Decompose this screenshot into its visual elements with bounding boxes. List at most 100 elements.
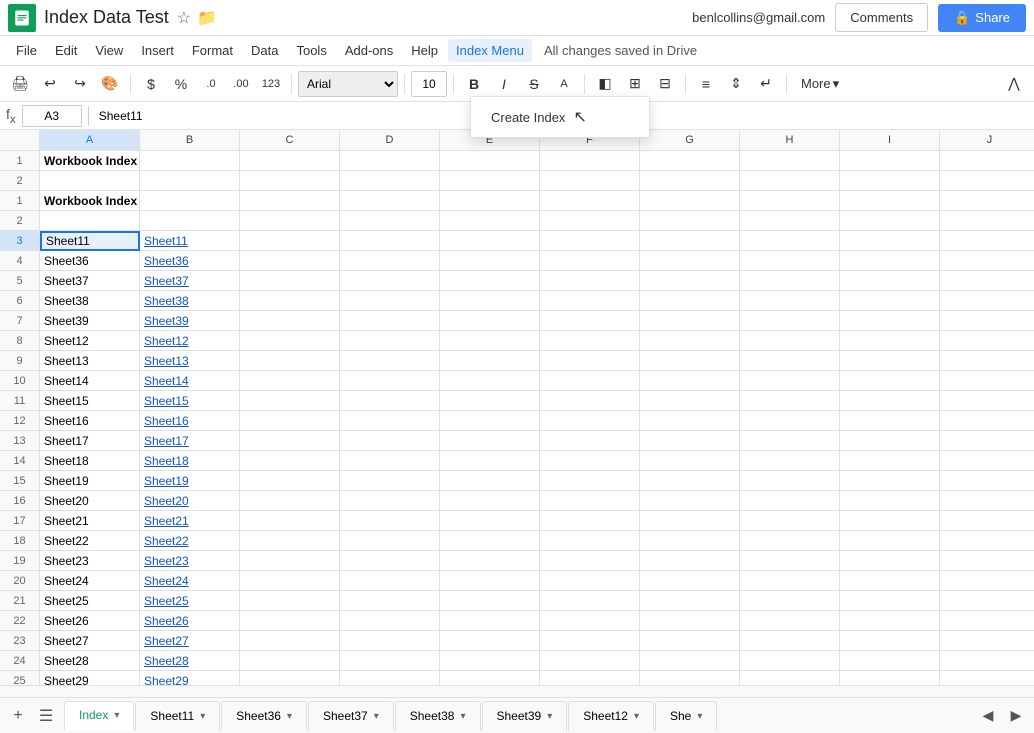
cell-f17[interactable] — [540, 511, 640, 531]
cell-i9[interactable] — [840, 351, 940, 371]
cell-f16[interactable] — [540, 491, 640, 511]
cell-b25[interactable]: Sheet29 — [140, 671, 240, 685]
tab-sheet11-arrow[interactable]: ▾ — [200, 711, 205, 722]
cell-f5[interactable] — [540, 271, 640, 291]
cell-d23[interactable] — [340, 631, 440, 651]
cell-i2[interactable] — [840, 211, 940, 231]
col-header-a[interactable]: A — [40, 130, 140, 150]
cell-j1[interactable] — [940, 191, 1034, 211]
cell-f23[interactable] — [540, 631, 640, 651]
cell-e8[interactable] — [440, 331, 540, 351]
tab-index[interactable]: Index ▾ — [64, 701, 134, 731]
cell-d1[interactable] — [340, 151, 440, 171]
cell-b1[interactable] — [140, 151, 240, 171]
cell-b4[interactable]: Sheet36 — [140, 251, 240, 271]
cell-h14[interactable] — [740, 451, 840, 471]
link-Sheet39[interactable]: Sheet39 — [144, 314, 189, 328]
cell-i6[interactable] — [840, 291, 940, 311]
cell-j3[interactable] — [940, 231, 1034, 251]
cell-d17[interactable] — [340, 511, 440, 531]
menu-index[interactable]: Index Menu — [448, 39, 532, 62]
cell-a12[interactable]: Sheet16 — [40, 411, 140, 431]
cell-g1[interactable] — [640, 151, 740, 171]
font-size-input[interactable]: 10 — [411, 71, 447, 97]
strikethrough-button[interactable]: S — [520, 70, 548, 98]
cell-f11[interactable] — [540, 391, 640, 411]
tab-sheet12-arrow[interactable]: ▾ — [634, 711, 639, 722]
cell-a15[interactable]: Sheet19 — [40, 471, 140, 491]
cell-h24[interactable] — [740, 651, 840, 671]
cell-h7[interactable] — [740, 311, 840, 331]
cell-g16[interactable] — [640, 491, 740, 511]
cell-c18[interactable] — [240, 531, 340, 551]
tab-she[interactable]: She ▾ — [655, 701, 717, 731]
cell-g20[interactable] — [640, 571, 740, 591]
cell-f12[interactable] — [540, 411, 640, 431]
cell-g3[interactable] — [640, 231, 740, 251]
cell-f1[interactable] — [540, 191, 640, 211]
cell-c16[interactable] — [240, 491, 340, 511]
cell-d20[interactable] — [340, 571, 440, 591]
col-header-b[interactable]: B — [140, 130, 240, 150]
more-button[interactable]: More ▾ — [793, 72, 847, 96]
cell-g8[interactable] — [640, 331, 740, 351]
cell-e4[interactable] — [440, 251, 540, 271]
horizontal-scrollbar[interactable] — [0, 685, 1034, 697]
cell-i15[interactable] — [840, 471, 940, 491]
cell-c23[interactable] — [240, 631, 340, 651]
cell-a8[interactable]: Sheet12 — [40, 331, 140, 351]
cell-f1[interactable] — [540, 151, 640, 171]
cell-h23[interactable] — [740, 631, 840, 651]
cell-b12[interactable]: Sheet16 — [140, 411, 240, 431]
cell-e25[interactable] — [440, 671, 540, 685]
cell-a23[interactable]: Sheet27 — [40, 631, 140, 651]
cell-c3[interactable] — [240, 231, 340, 251]
cell-a14[interactable]: Sheet18 — [40, 451, 140, 471]
cell-h3[interactable] — [740, 231, 840, 251]
cell-c24[interactable] — [240, 651, 340, 671]
cell-j2[interactable] — [940, 171, 1034, 191]
cell-b24[interactable]: Sheet28 — [140, 651, 240, 671]
cell-j17[interactable] — [940, 511, 1034, 531]
cell-b16[interactable]: Sheet20 — [140, 491, 240, 511]
tab-sheet39[interactable]: Sheet39 ▾ — [482, 701, 568, 731]
decrease-decimal-button[interactable]: .0 — [197, 70, 225, 98]
menu-edit[interactable]: Edit — [47, 39, 85, 62]
tab-sheet38[interactable]: Sheet38 ▾ — [395, 701, 481, 731]
cell-e16[interactable] — [440, 491, 540, 511]
cell-c21[interactable] — [240, 591, 340, 611]
merge-button[interactable]: ⊟ — [651, 70, 679, 98]
link-Sheet38[interactable]: Sheet38 — [144, 294, 189, 308]
link-Sheet16[interactable]: Sheet16 — [144, 414, 189, 428]
cell-d18[interactable] — [340, 531, 440, 551]
cell-f20[interactable] — [540, 571, 640, 591]
cell-d22[interactable] — [340, 611, 440, 631]
cell-i25[interactable] — [840, 671, 940, 685]
cell-i10[interactable] — [840, 371, 940, 391]
cell-h15[interactable] — [740, 471, 840, 491]
cell-j16[interactable] — [940, 491, 1034, 511]
cell-g9[interactable] — [640, 351, 740, 371]
cell-i21[interactable] — [840, 591, 940, 611]
link-Sheet14[interactable]: Sheet14 — [144, 374, 189, 388]
cell-h20[interactable] — [740, 571, 840, 591]
cell-h19[interactable] — [740, 551, 840, 571]
cell-f14[interactable] — [540, 451, 640, 471]
cell-b22[interactable]: Sheet26 — [140, 611, 240, 631]
cell-i20[interactable] — [840, 571, 940, 591]
cell-e7[interactable] — [440, 311, 540, 331]
cell-e24[interactable] — [440, 651, 540, 671]
cell-f18[interactable] — [540, 531, 640, 551]
cell-d11[interactable] — [340, 391, 440, 411]
cell-b5[interactable]: Sheet37 — [140, 271, 240, 291]
cell-g6[interactable] — [640, 291, 740, 311]
cell-f24[interactable] — [540, 651, 640, 671]
tab-sheet12[interactable]: Sheet12 ▾ — [568, 701, 654, 731]
link-Sheet36[interactable]: Sheet36 — [144, 254, 189, 268]
link-Sheet25[interactable]: Sheet25 — [144, 594, 189, 608]
redo-button[interactable]: ↪ — [66, 70, 94, 98]
cell-f21[interactable] — [540, 591, 640, 611]
cell-c6[interactable] — [240, 291, 340, 311]
link-Sheet13[interactable]: Sheet13 — [144, 354, 189, 368]
cell-j19[interactable] — [940, 551, 1034, 571]
